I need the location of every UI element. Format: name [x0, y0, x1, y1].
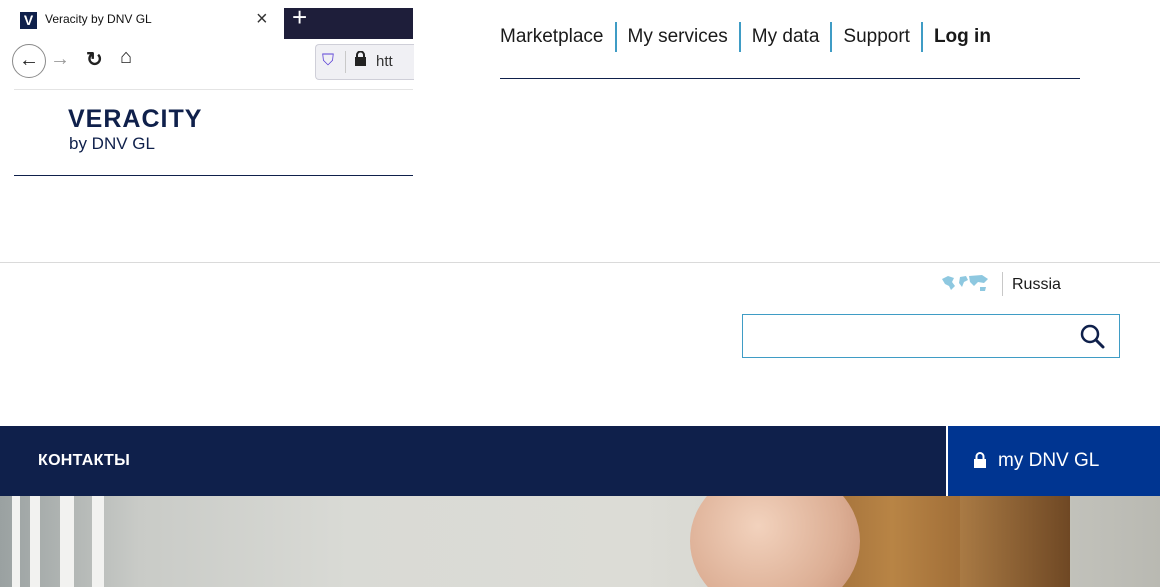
- hero-person-hair-shadow: [960, 496, 1070, 587]
- hero-background-stripe: [12, 496, 20, 587]
- reload-icon[interactable]: ↻: [86, 47, 103, 72]
- section-divider: [0, 262, 1160, 263]
- browser-tab[interactable]: V Veracity by DNV GL ×: [14, 8, 284, 39]
- veracity-top-nav: Marketplace My services My data Support …: [500, 18, 1080, 79]
- home-icon[interactable]: ⌂: [120, 46, 132, 69]
- region-selector[interactable]: Russia: [1012, 276, 1061, 294]
- hero-background-stripe: [60, 496, 74, 587]
- locale-separator: [1002, 272, 1003, 296]
- my-dnv-gl-label: my DNV GL: [998, 450, 1100, 471]
- nav-support[interactable]: Support: [830, 22, 921, 52]
- veracity-logo[interactable]: VERACITY by DNV GL: [14, 89, 413, 176]
- hero-background-stripe: [30, 496, 40, 587]
- nav-marketplace[interactable]: Marketplace: [500, 22, 615, 52]
- nav-contacts[interactable]: КОНТАКТЫ: [38, 452, 130, 470]
- new-tab-icon[interactable]: +: [292, 2, 307, 33]
- tab-strip-background: +: [284, 2, 413, 39]
- shield-icon[interactable]: ⛉: [322, 52, 334, 70]
- my-dnv-gl-button[interactable]: my DNV GL: [946, 426, 1160, 496]
- lock-icon: [974, 452, 986, 468]
- logo-title: VERACITY: [68, 105, 203, 133]
- browser-tab-strip: V Veracity by DNV GL × +: [14, 2, 413, 39]
- hero-person-face: [690, 496, 860, 587]
- nav-my-services[interactable]: My services: [614, 22, 739, 52]
- browser-toolbar: ← → ↻ ⌂ ⛉ htt: [12, 39, 414, 90]
- veracity-favicon-icon: V: [20, 12, 37, 29]
- main-nav-bar: КОНТАКТЫ my DNV GL: [0, 426, 1160, 496]
- tab-title: Veracity by DNV GL: [45, 12, 152, 26]
- lock-icon[interactable]: [354, 50, 367, 70]
- logo-subtitle: by DNV GL: [69, 134, 155, 153]
- nav-my-data[interactable]: My data: [738, 22, 831, 52]
- hero-image: [0, 496, 1160, 587]
- world-map-icon[interactable]: [940, 273, 990, 295]
- search-input[interactable]: [753, 316, 1077, 356]
- url-text[interactable]: htt: [376, 53, 414, 70]
- address-bar-separator: [345, 51, 346, 73]
- back-arrow-icon[interactable]: ←: [12, 44, 46, 78]
- forward-arrow-icon[interactable]: →: [50, 48, 70, 71]
- nav-log-in[interactable]: Log in: [920, 22, 1002, 52]
- address-bar[interactable]: ⛉ htt: [315, 44, 414, 80]
- site-search[interactable]: [742, 314, 1120, 358]
- search-icon[interactable]: [1079, 323, 1105, 349]
- hero-background-stripe: [92, 496, 104, 587]
- close-tab-icon[interactable]: ×: [256, 8, 268, 30]
